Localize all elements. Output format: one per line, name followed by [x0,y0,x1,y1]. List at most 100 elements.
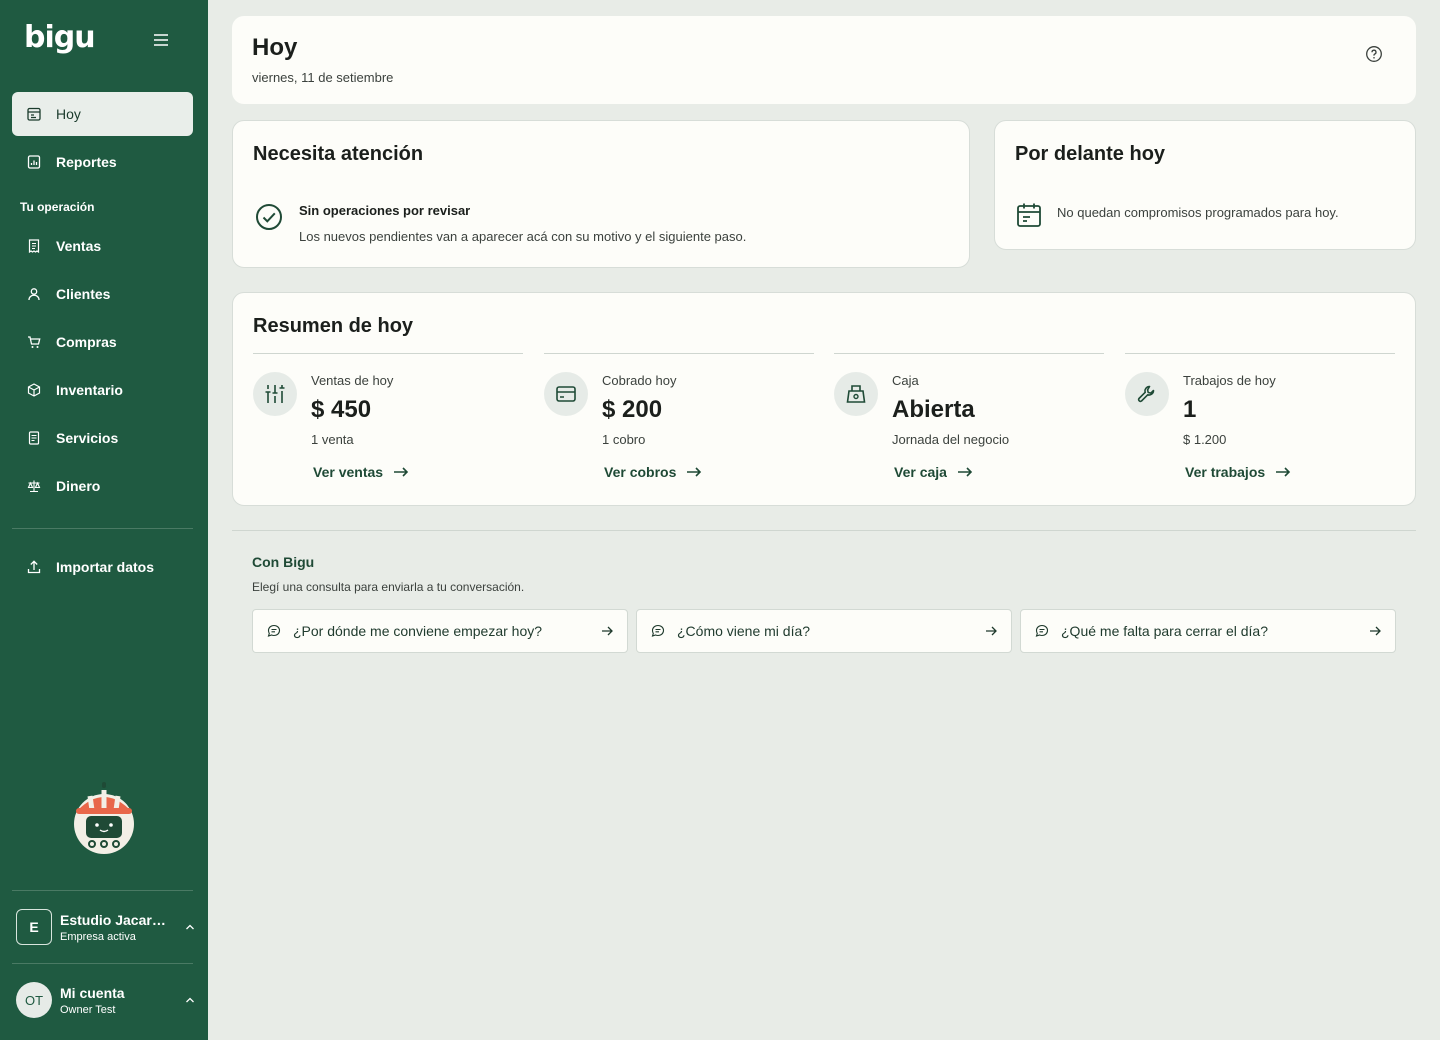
sidebar-item-reportes[interactable]: Reportes [12,140,193,184]
sidebar-item-label: Clientes [56,286,111,302]
arrow-right-icon [986,626,997,636]
sidebar-item-dinero[interactable]: Dinero [12,464,193,508]
prompt-text: ¿Por dónde me conviene empezar hoy? [293,623,543,639]
sidebar-item-inventario[interactable]: Inventario [12,368,193,412]
sidebar-item-clientes[interactable]: Clientes [12,272,193,316]
metric-cobrado: Cobrado hoy $ 200 1 cobro Ver cobros [544,353,814,493]
sidebar-item-label: Dinero [56,478,101,494]
sliders-icon [253,372,297,416]
card-title: Resumen de hoy [253,315,414,337]
upload-icon [26,559,42,575]
prompt-suggestion[interactable]: ¿Qué me falta para cerrar el día? [1020,609,1396,653]
avatar: OT [16,982,52,1018]
account-name: Owner Test [60,1003,116,1016]
bigu-logo[interactable]: bigu [24,20,96,55]
box-icon [26,382,42,398]
chat-bubble-icon [1035,624,1049,637]
calendar-day-icon [26,106,42,122]
link-label: Ver caja [894,464,947,480]
sidebar-item-label: Reportes [56,154,117,170]
chevron-up-icon [186,924,194,930]
page-header: Hoy viernes, 11 de setiembre [232,16,1416,104]
ver-trabajos-link[interactable]: Ver trabajos [1185,464,1291,480]
card-title: Por delante hoy [1015,143,1166,165]
sidebar-item-label: Importar datos [56,559,155,575]
sidebar-item-label: Inventario [56,382,123,398]
sidebar-item-label: Compras [56,334,117,350]
metric-label: Cobrado hoy [602,373,677,388]
sidebar-item-hoy[interactable]: Hoy [12,92,193,136]
page-title: Hoy [252,34,298,61]
sidebar-divider [12,890,193,891]
cart-icon [26,334,42,350]
calendar-icon [1017,203,1041,227]
metric-sub: $ 1.200 [1183,432,1227,447]
section-divider [232,530,1416,531]
mascot-illustration [70,780,138,856]
arrow-right-icon [957,467,973,477]
sidebar-divider [12,963,193,964]
metric-label: Ventas de hoy [311,373,394,388]
sidebar: bigu Hoy Reportes Tu operación Ventas Cl… [0,0,208,1040]
account-menu[interactable]: OT Mi cuenta Owner Test [16,980,196,1020]
user-icon [26,286,42,302]
metric-value: $ 200 [602,396,663,423]
metric-value: Abierta [892,396,975,423]
ver-cobros-link[interactable]: Ver cobros [604,464,702,480]
prompt-text: ¿Cómo viene mi día? [677,623,811,639]
metric-value: 1 [1183,396,1197,423]
scale-icon [26,478,42,494]
metric-label: Caja [892,373,919,388]
prompt-suggestion[interactable]: ¿Por dónde me conviene empezar hoy? [252,609,628,653]
company-switcher[interactable]: E Estudio Jacara... Empresa activa [16,907,196,947]
arrow-right-icon [1276,467,1291,477]
metric-trabajos: Trabajos de hoy 1 $ 1.200 Ver trabajos [1125,353,1395,493]
check-circle-icon [256,204,282,230]
report-icon [26,154,42,170]
help-icon[interactable] [1365,45,1383,63]
metric-label: Trabajos de hoy [1183,373,1276,388]
card-title: Necesita atención [253,143,424,165]
prompt-text: ¿Qué me falta para cerrar el día? [1061,623,1268,639]
company-name: Estudio Jacara... [60,911,170,928]
chat-bubble-icon [267,624,281,637]
card-icon [544,372,588,416]
con-bigu-title: Con Bigu [252,554,315,570]
prompt-suggestion[interactable]: ¿Cómo viene mi día? [636,609,1012,653]
account-title: Mi cuenta [60,984,125,1001]
ver-ventas-link[interactable]: Ver ventas [313,464,409,480]
company-badge: E [16,909,52,945]
metric-sub: Jornada del negocio [892,432,1010,447]
chevron-up-icon [186,997,194,1003]
link-label: Ver trabajos [1185,464,1266,480]
ver-caja-link[interactable]: Ver caja [894,464,973,480]
chat-bubble-icon [651,624,665,637]
metric-caja: Caja Abierta Jornada del negocio Ver caj… [834,353,1104,493]
summary-card: Resumen de hoy Ventas de hoy $ 450 1 ven… [232,292,1416,506]
wrench-icon [1125,372,1169,416]
link-label: Ver cobros [604,464,677,480]
attention-status: Sin operaciones por revisar [299,203,471,218]
sidebar-item-label: Ventas [56,238,102,254]
document-icon [26,430,42,446]
receipt-icon [26,238,42,254]
metric-value: $ 450 [311,396,372,423]
sidebar-item-label: Hoy [56,106,81,122]
sidebar-item-compras[interactable]: Compras [12,320,193,364]
metric-ventas: Ventas de hoy $ 450 1 venta Ver ventas [253,353,523,493]
sidebar-divider [12,528,193,529]
arrow-right-icon [687,467,702,477]
arrow-right-icon [394,467,409,477]
sidebar-item-ventas[interactable]: Ventas [12,224,193,268]
con-bigu-subtitle: Elegí una consulta para enviarla a tu co… [252,580,525,594]
section-label: Tu operación [20,200,95,214]
arrow-right-icon [1370,626,1381,636]
company-status: Empresa activa [60,930,136,943]
ahead-card: Por delante hoy No quedan compromisos pr… [994,120,1416,250]
metric-sub: 1 cobro [602,432,646,447]
sidebar-item-importar[interactable]: Importar datos [12,545,193,589]
menu-toggle-icon[interactable] [150,30,172,50]
sidebar-item-servicios[interactable]: Servicios [12,416,193,460]
link-label: Ver ventas [313,464,384,480]
arrow-right-icon [602,626,613,636]
